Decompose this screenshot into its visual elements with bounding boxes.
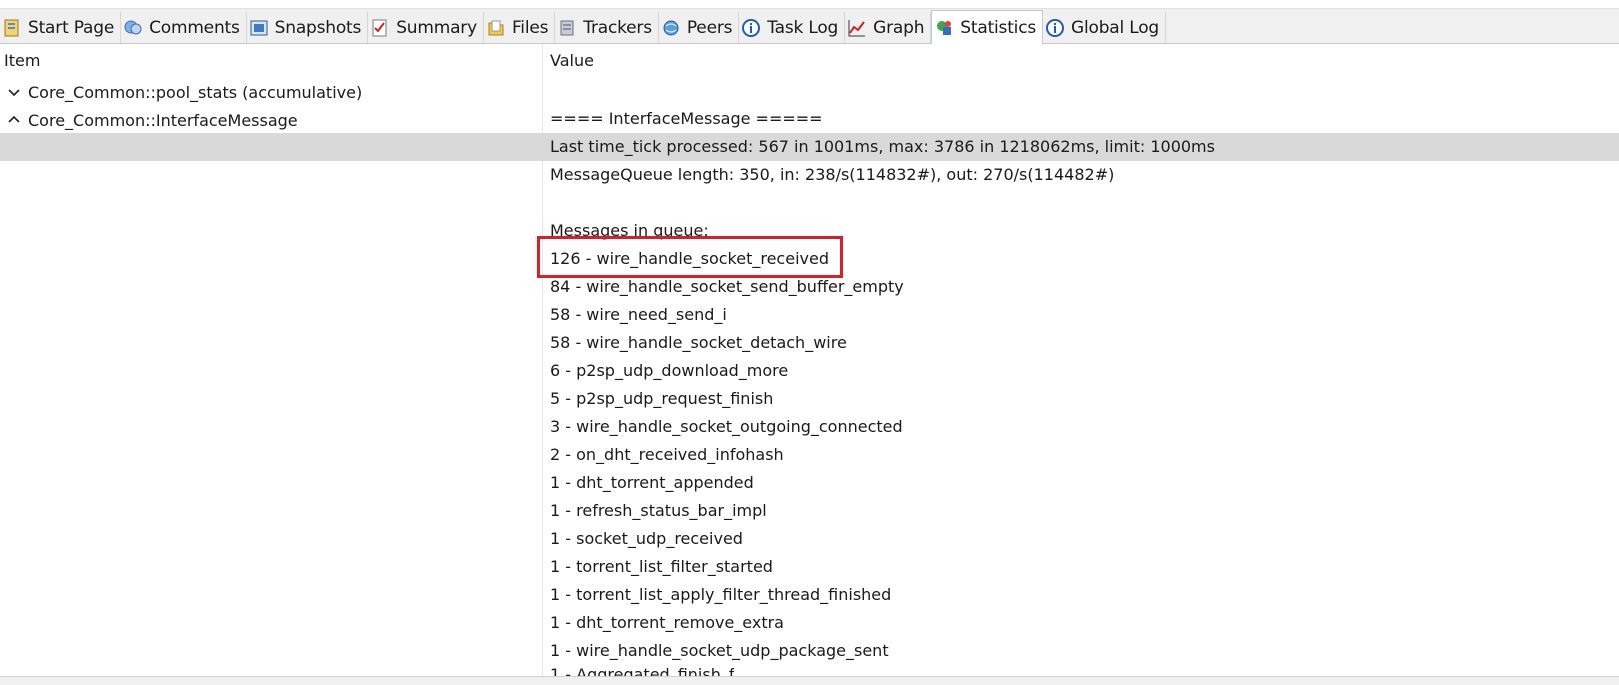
column-header-item[interactable]: Item	[4, 51, 40, 70]
value-line[interactable]: 1 - torrent_list_apply_filter_thread_fin…	[0, 581, 1619, 609]
tab-graph[interactable]: Graph	[845, 12, 932, 43]
tab-statistics[interactable]: Statistics	[931, 10, 1044, 44]
tab-trackers[interactable]: Trackers	[555, 12, 659, 43]
column-header-value[interactable]: Value	[550, 51, 594, 70]
tab-label: Global Log	[1071, 17, 1160, 38]
tab-comments[interactable]: Comments	[121, 12, 247, 43]
trackers-icon	[557, 18, 577, 38]
value-line-blank[interactable]	[0, 189, 1619, 217]
comments-icon	[123, 18, 143, 38]
info-icon	[1045, 18, 1065, 38]
start-page-icon	[2, 18, 22, 38]
snapshots-icon	[249, 18, 269, 38]
column-header: Item Value	[0, 47, 1619, 77]
tab-task-log[interactable]: Task Log	[739, 12, 846, 43]
value-line[interactable]: 1 - socket_udp_received	[0, 525, 1619, 553]
tab-snapshots[interactable]: Snapshots	[247, 12, 369, 43]
value-line[interactable]: 1 - wire_handle_socket_udp_package_sent	[0, 637, 1619, 665]
tab-label: Task Log	[767, 17, 839, 38]
value-line[interactable]: 1 - dht_torrent_remove_extra	[0, 609, 1619, 637]
files-icon	[486, 18, 506, 38]
chevron-down-icon[interactable]	[6, 84, 22, 100]
value-line[interactable]: 58 - wire_need_send_i	[0, 301, 1619, 329]
value-line[interactable]: 84 - wire_handle_socket_send_buffer_empt…	[0, 273, 1619, 301]
value-list: ==== InterfaceMessage ===== Last time_ti…	[0, 105, 1619, 665]
tab-label: Summary	[396, 17, 477, 38]
statistics-icon	[934, 18, 954, 38]
value-line-highlighted[interactable]: 126 - wire_handle_socket_received	[0, 245, 1619, 273]
tab-label: Files	[511, 17, 549, 38]
tree-node-interface-message[interactable]: Core_Common::InterfaceMessage	[0, 106, 542, 134]
value-line-selected[interactable]: Last time_tick processed: 567 in 1001ms,…	[0, 133, 1619, 161]
tab-global-log[interactable]: Global Log	[1043, 12, 1167, 43]
tab-bar: Start Page Comments Snapshots Summary Fi…	[0, 9, 1619, 44]
tab-summary[interactable]: Summary	[368, 12, 484, 43]
value-line[interactable]: 3 - wire_handle_socket_outgoing_connecte…	[0, 413, 1619, 441]
tab-label: Trackers	[583, 17, 652, 38]
tab-files[interactable]: Files	[484, 12, 556, 43]
tab-label: Comments	[149, 17, 240, 38]
tab-label: Peers	[686, 17, 733, 38]
item-tree: Core_Common::pool_stats (accumulative) C…	[0, 78, 542, 134]
tab-label: Graph	[873, 17, 925, 38]
tab-label: Snapshots	[274, 17, 362, 38]
value-line-partial: 1 - Aggregated_finish_f	[550, 667, 734, 676]
tab-peers[interactable]: Peers	[659, 12, 740, 43]
value-line[interactable]: 1 - dht_torrent_appended	[0, 469, 1619, 497]
tab-start-page[interactable]: Start Page	[0, 12, 122, 43]
value-line[interactable]: MessageQueue length: 350, in: 238/s(1148…	[0, 161, 1619, 189]
tree-node-label: Core_Common::pool_stats (accumulative)	[28, 82, 363, 102]
tree-node-pool-stats[interactable]: Core_Common::pool_stats (accumulative)	[0, 78, 542, 106]
value-line[interactable]: Messages in queue:	[0, 217, 1619, 245]
value-line[interactable]: 1 - refresh_status_bar_impl	[0, 497, 1619, 525]
value-line[interactable]: 6 - p2sp_udp_download_more	[0, 357, 1619, 385]
info-icon	[741, 18, 761, 38]
tab-label: Start Page	[28, 17, 115, 38]
value-line[interactable]: 1 - torrent_list_filter_started	[0, 553, 1619, 581]
summary-icon	[370, 18, 390, 38]
window-top-edge	[0, 0, 1619, 9]
value-line[interactable]: 2 - on_dht_received_infohash	[0, 441, 1619, 469]
graph-icon	[847, 18, 867, 38]
tab-label: Statistics	[960, 17, 1037, 38]
value-line[interactable]: 58 - wire_handle_socket_detach_wire	[0, 329, 1619, 357]
tree-node-label: Core_Common::InterfaceMessage	[28, 110, 298, 130]
value-line[interactable]: 5 - p2sp_udp_request_finish	[0, 385, 1619, 413]
peers-icon	[661, 18, 681, 38]
chevron-up-icon[interactable]	[6, 112, 22, 128]
